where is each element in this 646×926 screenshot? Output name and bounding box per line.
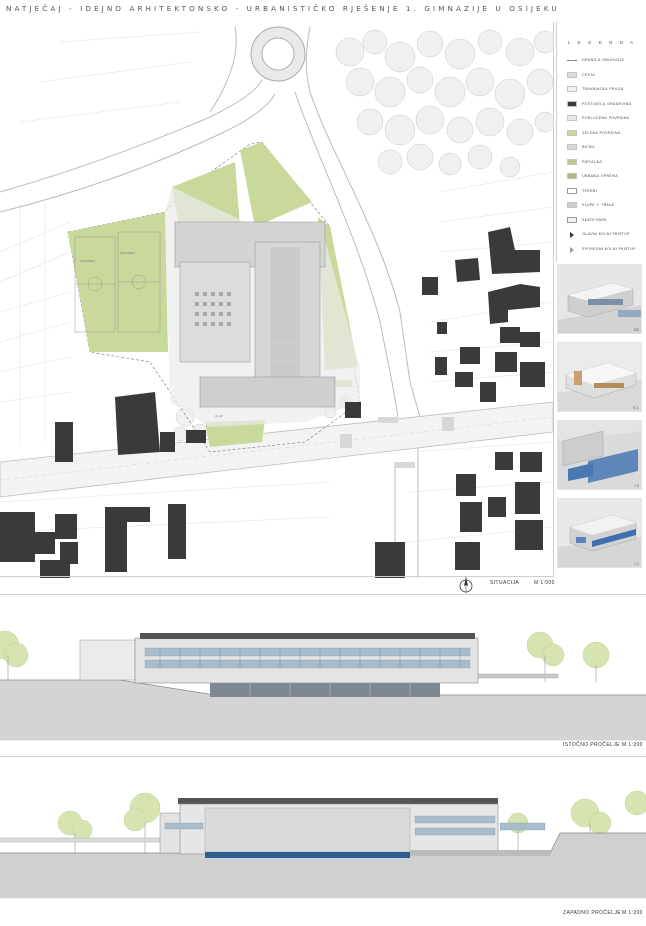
legend-label: SPOREDNI KOLNI PRISTUP: [582, 245, 636, 251]
legend: L E G E N D A GRANICA OBUHVATA CESTA TRAVN…: [556, 22, 642, 262]
legend-label: ZELENA POVRŠINA: [582, 129, 621, 135]
legend-label: URBANA OPREMA: [582, 173, 619, 178]
legend-item: SKATE PARK: [567, 216, 643, 225]
legend-item: ZELENA POVRŠINA: [567, 129, 643, 138]
legend-label: POSTOJEĆA GRAĐEVINA: [582, 100, 632, 106]
render-view-s2: S2: [557, 264, 642, 334]
legend-label: TRAVNJAČKA PRUGA: [582, 86, 624, 91]
legend-label: BICIKL: [582, 144, 596, 149]
legend-item: GRANICA OBUHVATA: [567, 56, 643, 65]
legend-swatch: [567, 86, 577, 92]
legend-label: SKATE PARK: [582, 216, 607, 222]
render-label: S 1: [632, 405, 639, 410]
legend-swatch: [567, 129, 577, 136]
legend-swatch: [567, 100, 577, 107]
svg-text:NOGOMET: NOGOMET: [80, 259, 96, 263]
divider: [0, 594, 646, 595]
legend-item: KLUPE + TRAVA: [567, 201, 643, 210]
legend-label: KLUPE + TRAVA: [582, 202, 615, 207]
west-elevation-scale: M 1:200: [622, 910, 643, 916]
page-title: NATJEČAJ - IDEJNO ARHITEKTONSKO - URBANI…: [6, 4, 560, 13]
legend-swatch: [567, 115, 577, 121]
legend-label: CESTA: [582, 71, 596, 77]
legend-swatch: [567, 173, 577, 179]
legend-swatch: [567, 144, 577, 150]
legend-swatch: [567, 158, 577, 165]
divider: [553, 22, 554, 577]
legend-label: PJEŠAČKA: [582, 158, 603, 164]
east-elevation-scale: M 1:200: [622, 742, 643, 748]
legend-swatch: [567, 202, 577, 208]
legend-label: TERENI: [582, 187, 597, 193]
legend-label: GLAVNI KOLNI PRISTUP: [582, 231, 630, 236]
legend-item: TERENI: [567, 187, 643, 196]
site-plan-scale: M 1:000: [534, 580, 555, 586]
legend-label: GRANICA OBUHVATA: [582, 57, 625, 62]
legend-item: POSTOJEĆA GRAĐEVINA: [567, 100, 643, 109]
legend-swatch: [570, 246, 574, 253]
legend-item: PORLOČENA POVRŠINA: [567, 114, 643, 123]
site-plan-title: SITUACIJA: [490, 580, 520, 586]
legend-swatch: [567, 216, 577, 223]
render-view-i2: I 2: [557, 420, 642, 490]
west-elevation-title: ZAPADNO PROČELJE: [563, 910, 621, 916]
legend-swatch: [567, 71, 577, 78]
legend-item: CESTA: [567, 71, 643, 80]
svg-text:RUKOMET: RUKOMET: [120, 251, 135, 255]
render-label: I 2: [634, 483, 639, 488]
legend-item: TRAVNJAČKA PRUGA: [567, 85, 643, 94]
render-label: I 1: [634, 561, 639, 566]
legend-swatch: [567, 60, 577, 61]
legend-swatch: [567, 187, 577, 194]
legend-item: URBANA OPREMA: [567, 172, 643, 181]
site-plan: RUKOMET NOGOMET ULAZ: [0, 22, 553, 578]
legend-item: SPOREDNI KOLNI PRISTUP: [567, 245, 643, 254]
render-label: S2: [634, 327, 639, 332]
render-view-i1: I 1: [557, 498, 642, 568]
legend-heading: L E G E N D A: [567, 40, 637, 45]
legend-item: GLAVNI KOLNI PRISTUP: [567, 230, 643, 239]
east-elevation: [0, 600, 646, 750]
east-elevation-title: ISTOČNO PROČELJE: [563, 742, 620, 748]
legend-item: PJEŠAČKA: [567, 158, 643, 167]
svg-text:ULAZ: ULAZ: [215, 414, 223, 418]
legend-swatch: [570, 232, 574, 238]
legend-item: BICIKL: [567, 143, 643, 152]
legend-label: PORLOČENA POVRŠINA: [582, 115, 630, 120]
west-elevation: [0, 768, 646, 908]
north-arrow-icon: [458, 576, 474, 594]
divider: [0, 756, 646, 757]
render-view-s1: S 1: [557, 342, 642, 412]
